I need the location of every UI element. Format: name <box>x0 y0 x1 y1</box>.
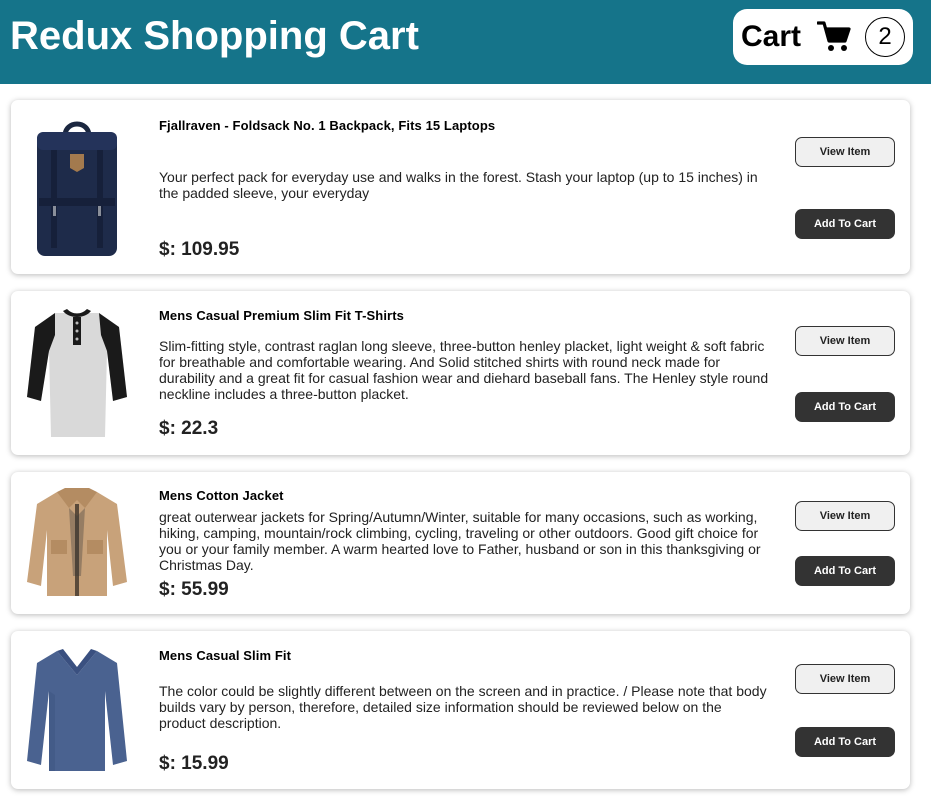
product-card: Mens Casual Premium Slim Fit T-Shirts Sl… <box>11 291 910 455</box>
app-title: Redux Shopping Cart <box>10 14 419 58</box>
tshirt-image <box>27 309 127 437</box>
add-to-cart-button[interactable]: Add To Cart <box>795 727 895 757</box>
product-card: Mens Cotton Jacket great outerwear jacke… <box>11 472 910 614</box>
product-price: $: 109.95 <box>159 239 240 260</box>
product-price: $: 55.99 <box>159 579 229 600</box>
shopping-cart-icon <box>817 21 851 51</box>
longsleeve-shirt-image <box>27 649 127 771</box>
product-title[interactable]: Mens Casual Slim Fit <box>159 648 291 663</box>
product-title[interactable]: Fjallraven - Foldsack No. 1 Backpack, Fi… <box>159 118 495 133</box>
view-item-button[interactable]: View Item <box>795 326 895 356</box>
product-description: The color could be slightly different be… <box>159 683 767 731</box>
product-description: Your perfect pack for everyday use and w… <box>159 169 758 201</box>
cart-button[interactable]: Cart 2 <box>733 9 913 65</box>
product-card: Mens Casual Slim Fit The color could be … <box>11 631 910 789</box>
backpack-image <box>37 121 117 256</box>
product-price: $: 15.99 <box>159 753 229 774</box>
view-item-button[interactable]: View Item <box>795 137 895 167</box>
add-to-cart-button[interactable]: Add To Cart <box>795 392 895 422</box>
product-description: Slim-fitting style, contrast raglan long… <box>159 338 769 402</box>
cart-count-badge: 2 <box>865 17 905 57</box>
view-item-button[interactable]: View Item <box>795 664 895 694</box>
product-price: $: 22.3 <box>159 418 219 439</box>
jacket-image <box>27 488 127 596</box>
app-header: Redux Shopping Cart Cart 2 <box>0 0 931 84</box>
product-title[interactable]: Mens Cotton Jacket <box>159 488 284 503</box>
cart-label: Cart <box>741 20 802 53</box>
product-card: Fjallraven - Foldsack No. 1 Backpack, Fi… <box>11 100 910 274</box>
product-title[interactable]: Mens Casual Premium Slim Fit T-Shirts <box>159 308 404 323</box>
add-to-cart-button[interactable]: Add To Cart <box>795 556 895 586</box>
view-item-button[interactable]: View Item <box>795 501 895 531</box>
product-description: great outerwear jackets for Spring/Autum… <box>159 509 761 573</box>
add-to-cart-button[interactable]: Add To Cart <box>795 209 895 239</box>
